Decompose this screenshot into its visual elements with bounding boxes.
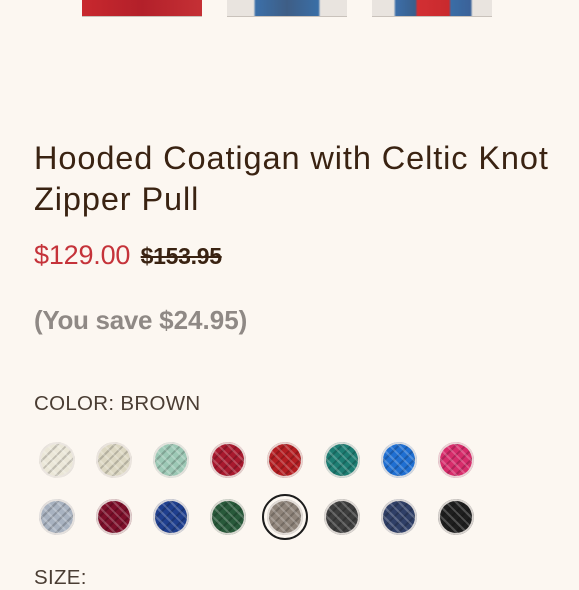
thumbnail-strip (0, 0, 579, 18)
swatch-fill (39, 499, 75, 535)
savings-suffix: ) (238, 305, 248, 335)
savings-text: (You save $24.95) (34, 305, 247, 336)
swatch-fill (210, 442, 246, 478)
color-label-prefix: COLOR: (34, 392, 121, 415)
color-swatch[interactable] (148, 437, 194, 483)
color-swatch[interactable] (205, 437, 251, 483)
size-label: SIZE: (34, 566, 87, 589)
color-swatch[interactable] (34, 437, 80, 483)
swatch-fill (267, 499, 303, 535)
color-swatch[interactable] (376, 494, 422, 540)
swatch-fill (381, 442, 417, 478)
original-price: $153.95 (140, 243, 222, 269)
thumbnail-1[interactable] (82, 0, 202, 17)
swatch-fill (324, 499, 360, 535)
color-swatch[interactable] (148, 494, 194, 540)
price-block: $129.00 $153.95 (34, 240, 222, 271)
selected-color-name: BROWN (120, 392, 201, 415)
swatch-fill (381, 499, 417, 535)
color-swatch[interactable] (34, 494, 80, 540)
swatch-fill (153, 442, 189, 478)
swatch-fill (153, 499, 189, 535)
color-swatch[interactable] (262, 437, 308, 483)
swatch-fill (438, 442, 474, 478)
color-swatch[interactable] (319, 494, 365, 540)
sale-price: $129.00 (34, 240, 131, 270)
swatch-fill (96, 442, 132, 478)
swatch-fill (210, 499, 246, 535)
color-swatch[interactable] (376, 437, 422, 483)
thumbnail-3[interactable] (372, 0, 492, 17)
savings-prefix: (You save (34, 305, 160, 335)
product-title: Hooded Coatigan with Celtic Knot Zipper … (34, 140, 549, 217)
swatch-fill (267, 442, 303, 478)
swatch-fill (324, 442, 360, 478)
color-swatch[interactable] (319, 437, 365, 483)
color-swatch[interactable] (433, 437, 479, 483)
color-swatch[interactable] (91, 494, 137, 540)
swatch-fill (438, 499, 474, 535)
color-swatch[interactable] (262, 494, 308, 540)
color-swatches (34, 437, 494, 545)
thumbnail-2[interactable] (227, 0, 347, 17)
color-swatch[interactable] (205, 494, 251, 540)
swatch-fill (39, 442, 75, 478)
color-swatch[interactable] (91, 437, 137, 483)
color-swatch[interactable] (433, 494, 479, 540)
savings-amount: $24.95 (159, 305, 239, 335)
color-label: COLOR: BROWN (34, 392, 200, 416)
swatch-fill (96, 499, 132, 535)
